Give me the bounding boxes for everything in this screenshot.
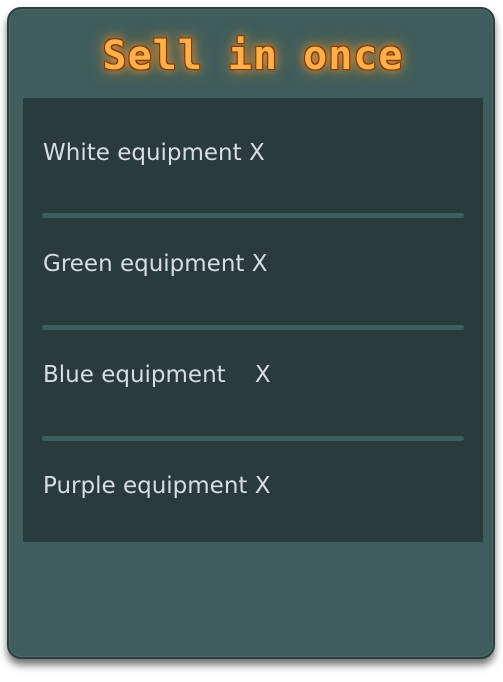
list-item-green[interactable]: Green equipment X xyxy=(23,209,483,320)
list-item-blue[interactable]: Blue equipment X xyxy=(23,320,483,431)
dialog-title: Sell in once xyxy=(102,33,404,79)
list-item-label: Green equipment X xyxy=(43,251,268,277)
equipment-list: White equipment X Green equipment X Blue… xyxy=(23,98,483,542)
list-item-white[interactable]: White equipment X xyxy=(23,98,483,209)
sell-dialog-panel: Sell in once White equipment X Green equ… xyxy=(7,7,495,659)
list-item-label: Purple equipment X xyxy=(43,473,271,499)
list-item-label: Blue equipment X xyxy=(43,362,271,388)
list-item-purple[interactable]: Purple equipment X xyxy=(23,431,483,542)
list-item-label: White equipment X xyxy=(43,140,265,166)
